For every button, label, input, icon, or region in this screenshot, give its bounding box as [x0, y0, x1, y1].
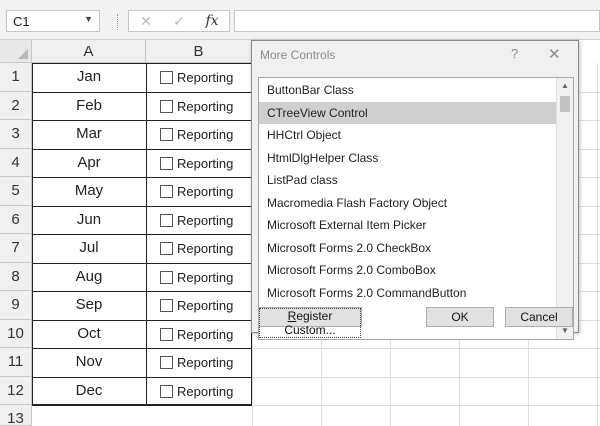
register-custom-button[interactable]: Register Custom... [258, 307, 362, 338]
control-list-item[interactable]: Microsoft Forms 2.0 CheckBox [259, 237, 557, 259]
cancel-button[interactable]: Cancel [505, 307, 573, 327]
row-header[interactable]: 10 [0, 319, 32, 348]
month-cell[interactable]: Jul [32, 237, 146, 263]
row-header[interactable]: 5 [0, 177, 32, 206]
control-list-item[interactable]: CTreeView Control [259, 101, 557, 124]
scroll-up-icon[interactable]: ▲ [557, 78, 573, 94]
reporting-checkbox[interactable] [160, 270, 173, 284]
reporting-checkbox-label: Reporting [177, 212, 234, 228]
row-header[interactable]: 7 [0, 234, 32, 263]
row-header[interactable]: 1 [0, 63, 32, 92]
enter-icon[interactable]: ✓ [165, 10, 193, 32]
close-icon[interactable]: ✕ [548, 45, 561, 63]
reporting-checkbox-cell[interactable]: Reporting [146, 348, 252, 377]
select-all-button[interactable] [0, 40, 32, 63]
reporting-checkbox[interactable] [160, 242, 173, 255]
reporting-checkbox-cell[interactable]: Reporting [146, 320, 252, 349]
listbox-scrollbar[interactable]: ▲ ▼ [556, 78, 573, 339]
column-header-a[interactable]: A [32, 40, 146, 63]
reporting-checkbox-label: Reporting [177, 184, 234, 199]
month-cell[interactable]: Apr [32, 152, 146, 178]
dialog-title: More Controls [260, 48, 336, 62]
month-cell[interactable]: May [32, 180, 146, 206]
row-header[interactable]: 11 [0, 348, 32, 377]
reporting-checkbox[interactable] [160, 299, 173, 312]
reporting-checkbox-label: Reporting [177, 269, 234, 285]
control-list-item[interactable]: Macromedia Flash Factory Object [259, 192, 557, 214]
month-cell[interactable]: Aug [32, 266, 146, 292]
reporting-checkbox[interactable] [160, 99, 173, 113]
month-cell[interactable]: Nov [32, 351, 146, 377]
reporting-checkbox-cell[interactable]: Reporting [146, 206, 252, 235]
reporting-checkbox-label: Reporting [177, 326, 234, 342]
formula-bar: C1 ▼ ✕ ✓ fx [0, 0, 600, 40]
row-header[interactable]: 4 [0, 148, 32, 177]
month-cell[interactable]: Jun [32, 209, 146, 235]
more-controls-dialog: More Controls ? ✕ ButtonBar Class CTreeVi… [251, 40, 579, 340]
reporting-checkbox-cell[interactable]: Reporting [146, 149, 252, 178]
reporting-checkbox-cell[interactable]: Reporting [146, 177, 252, 206]
month-cell[interactable]: Mar [32, 123, 146, 149]
reporting-checkbox-label: Reporting [177, 241, 234, 256]
table-row-divider [32, 405, 252, 406]
table-column-divider [146, 63, 147, 405]
reporting-checkbox-cell[interactable]: Reporting [146, 92, 252, 121]
cancel-icon[interactable]: ✕ [132, 10, 160, 32]
reporting-checkbox-label: Reporting [177, 98, 234, 114]
grid-line [597, 63, 598, 426]
control-list-item[interactable]: ButtonBar Class [259, 79, 557, 101]
name-box[interactable]: C1 ▼ [6, 10, 100, 32]
insert-function-icon[interactable]: fx [198, 10, 226, 32]
month-cell[interactable]: Oct [32, 323, 146, 349]
row-header[interactable]: 13 [0, 405, 32, 426]
reporting-checkbox-label: Reporting [177, 298, 234, 313]
reporting-checkbox-label: Reporting [177, 155, 234, 171]
reporting-checkbox-label: Reporting [177, 70, 234, 85]
reporting-checkbox-cell[interactable]: Reporting [146, 63, 252, 92]
row-header[interactable]: 8 [0, 262, 32, 291]
reporting-checkbox[interactable] [160, 128, 173, 141]
controls-listbox[interactable]: ButtonBar Class CTreeView Control HHCtrl O… [258, 77, 574, 340]
control-list-item[interactable]: Microsoft Forms 2.0 ComboBox [259, 259, 557, 281]
control-list-item[interactable]: ListPad class [259, 169, 557, 191]
month-cell[interactable]: Sep [32, 294, 146, 320]
formula-input[interactable] [234, 10, 600, 32]
row-header[interactable]: 9 [0, 291, 32, 320]
reporting-checkbox-cell[interactable]: Reporting [146, 291, 252, 320]
reporting-checkbox[interactable] [160, 185, 173, 198]
reporting-checkbox[interactable] [160, 384, 173, 398]
control-list-item[interactable]: Microsoft External Item Picker [259, 214, 557, 236]
control-list-item[interactable]: Microsoft Forms 2.0 CommandButton [259, 282, 557, 304]
reporting-checkbox[interactable] [160, 356, 173, 369]
month-cell[interactable]: Feb [32, 95, 146, 121]
row-header[interactable]: 12 [0, 376, 32, 405]
reporting-checkbox[interactable] [160, 156, 173, 170]
reporting-checkbox-label: Reporting [177, 383, 234, 399]
column-header-b[interactable]: B [146, 40, 252, 63]
row-header[interactable]: 3 [0, 120, 32, 149]
reporting-checkbox[interactable] [160, 213, 173, 227]
month-cell[interactable]: Dec [32, 380, 146, 406]
register-accel: R [287, 309, 297, 323]
reporting-checkbox-cell[interactable]: Reporting [146, 120, 252, 149]
reporting-checkbox-cell[interactable]: Reporting [146, 377, 252, 406]
row-header[interactable]: 6 [0, 205, 32, 234]
select-all-icon [18, 49, 28, 59]
reporting-checkbox-label: Reporting [177, 127, 234, 142]
reporting-checkbox[interactable] [160, 327, 173, 341]
formula-bar-separator [117, 14, 120, 30]
help-icon[interactable]: ? [511, 46, 518, 61]
ok-button[interactable]: OK [426, 307, 494, 327]
reporting-checkbox-cell[interactable]: Reporting [146, 234, 252, 263]
reporting-checkbox-cell[interactable]: Reporting [146, 263, 252, 292]
scrollbar-thumb[interactable] [560, 96, 570, 112]
control-list-item[interactable]: HHCtrl Object [259, 124, 557, 146]
name-box-value: C1 [13, 14, 30, 29]
reporting-checkbox[interactable] [160, 71, 173, 84]
chevron-down-icon[interactable]: ▼ [84, 14, 93, 24]
month-cell[interactable]: Jan [32, 66, 146, 92]
control-list-item[interactable]: HtmlDlgHelper Class [259, 147, 557, 169]
reporting-checkbox-label: Reporting [177, 355, 234, 370]
row-header[interactable]: 2 [0, 91, 32, 120]
